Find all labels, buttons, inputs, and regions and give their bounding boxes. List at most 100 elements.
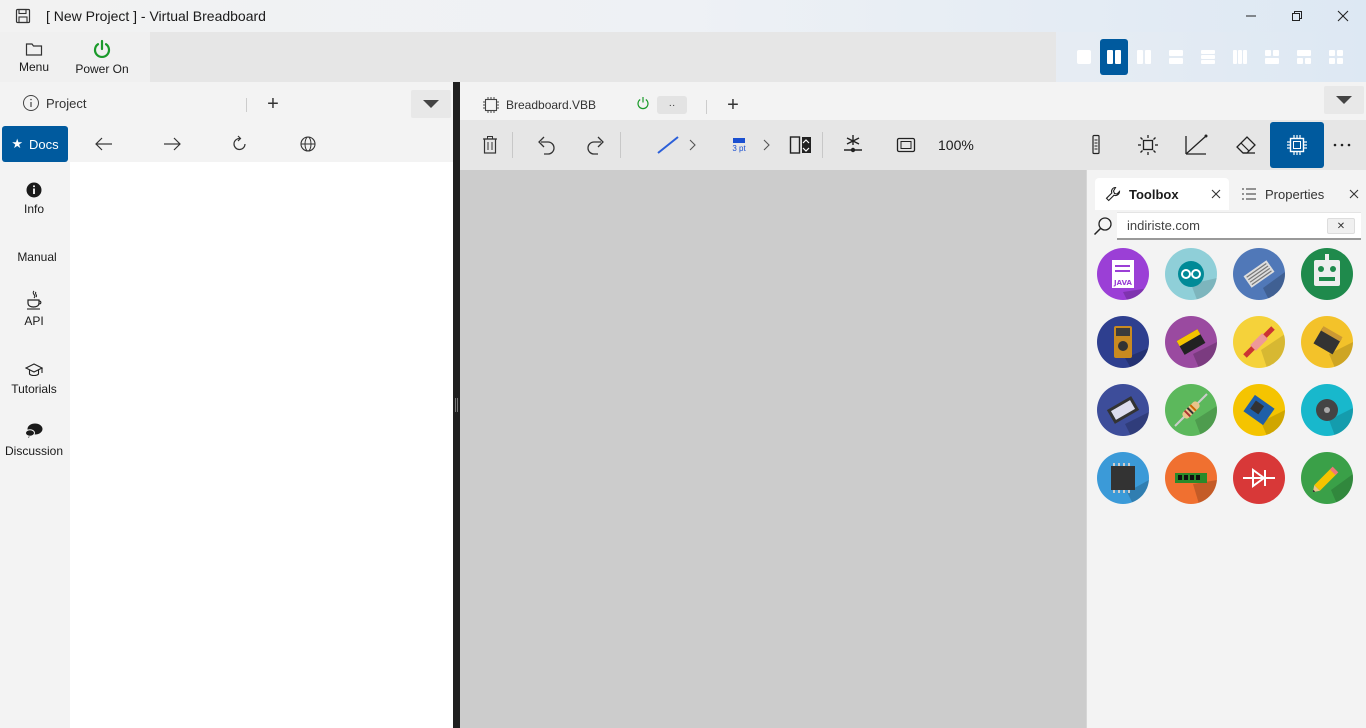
power-icon	[93, 39, 111, 58]
search-icon	[1093, 217, 1112, 236]
chevron-down-icon	[1336, 96, 1352, 104]
layout-split-vertical-2-button[interactable]	[1128, 39, 1160, 75]
arrow-left-icon	[95, 137, 112, 151]
tab-divider	[246, 98, 247, 112]
info-icon	[26, 182, 42, 198]
robot-icon[interactable]	[1301, 248, 1353, 300]
add-tab-button[interactable]: +	[263, 94, 283, 114]
right-dropdown-button[interactable]	[1324, 86, 1364, 114]
chevron-down-icon	[423, 100, 439, 108]
layout-three-cols-button[interactable]	[1224, 39, 1256, 75]
eraser-button[interactable]	[1232, 120, 1260, 170]
star-icon: ★	[11, 136, 24, 151]
left-tab-bar: Project +	[0, 82, 453, 126]
fit-to-screen-button[interactable]	[892, 120, 920, 170]
component-mode-button[interactable]	[1270, 122, 1324, 168]
file-tab-options-button[interactable]: ··	[657, 96, 687, 114]
breadboard-icon[interactable]	[1233, 248, 1285, 300]
layout-three-rows-button[interactable]	[1192, 39, 1224, 75]
toolbox-search-input[interactable]	[1117, 218, 1317, 233]
layout-split-vertical-button[interactable]	[1100, 39, 1128, 75]
transistor-icon[interactable]	[1301, 316, 1353, 368]
save-icon[interactable]	[0, 0, 46, 32]
refresh-button[interactable]	[229, 134, 251, 154]
sidebar-item-label: API	[24, 314, 44, 328]
battery-probe-icon	[1092, 134, 1100, 155]
diode-icon[interactable]	[1233, 452, 1285, 504]
window-title: [ New Project ] - Virtual Breadboard	[46, 8, 266, 24]
docs-content-area[interactable]	[70, 162, 453, 728]
tab-divider	[706, 100, 707, 114]
ribbon-spacer	[150, 32, 1056, 82]
stroke-width-button[interactable]: 3 pt	[724, 120, 754, 170]
restore-button[interactable]	[1274, 0, 1320, 32]
sidebar-item-label: Discussion	[4, 444, 64, 458]
sidebar-item-manual[interactable]: Manual	[0, 250, 68, 264]
power-status-icon	[637, 97, 649, 110]
layout-quad-button[interactable]	[1320, 39, 1352, 75]
redo-button[interactable]	[582, 120, 610, 170]
right-tab-bar: Breadboard.VBB ·· +	[460, 82, 1366, 120]
measure-button[interactable]	[1182, 120, 1210, 170]
microchip-icon[interactable]	[1097, 452, 1149, 504]
arduino-icon[interactable]	[1165, 248, 1217, 300]
globe-button[interactable]	[297, 134, 319, 154]
power-on-button[interactable]: Power On	[72, 32, 132, 82]
clear-search-button[interactable]: ✕	[1327, 218, 1355, 234]
left-dropdown-button[interactable]	[411, 90, 451, 118]
undo-icon	[538, 136, 555, 155]
stroke-sample-icon	[733, 137, 745, 143]
project-tab[interactable]: Project	[22, 94, 86, 112]
zoom-level[interactable]: 100%	[938, 120, 974, 170]
settings-component-button[interactable]	[1134, 120, 1162, 170]
wire-tool-button[interactable]	[650, 120, 686, 170]
sidebar-item-tutorials[interactable]: Tutorials	[0, 362, 68, 396]
breadboard-canvas[interactable]	[460, 170, 1086, 728]
shield-board-icon[interactable]	[1233, 384, 1285, 436]
docs-button[interactable]: ★ Docs	[2, 126, 68, 162]
java-file-icon[interactable]: JAVA	[1097, 248, 1149, 300]
close-window-button[interactable]	[1320, 0, 1366, 32]
splitter-grip[interactable]	[455, 398, 458, 412]
panel-splitter[interactable]	[453, 82, 460, 728]
back-button[interactable]	[93, 134, 115, 154]
sidebar-item-info[interactable]: Info	[0, 182, 68, 216]
undo-button[interactable]	[532, 120, 560, 170]
search-box: ✕	[1117, 212, 1361, 240]
add-right-tab-button[interactable]: +	[723, 95, 743, 115]
capacitor-icon[interactable]	[1233, 316, 1285, 368]
layout-single-button[interactable]	[1068, 39, 1100, 75]
resistor-icon[interactable]	[1165, 384, 1217, 436]
sidebar-item-api[interactable]: API	[0, 290, 68, 328]
close-icon[interactable]	[1211, 189, 1221, 199]
led-chip-icon[interactable]	[1165, 316, 1217, 368]
layout-split-horizontal-button[interactable]	[1160, 39, 1192, 75]
memory-module-icon[interactable]	[1165, 452, 1217, 504]
list-icon	[1242, 188, 1256, 200]
toolbox-tab-label: Toolbox	[1129, 186, 1179, 202]
toolbox-tab[interactable]: Toolbox	[1095, 178, 1229, 210]
multimeter-icon[interactable]	[1097, 316, 1149, 368]
properties-tab[interactable]: Properties	[1239, 178, 1363, 210]
lcd-display-icon[interactable]	[1097, 384, 1149, 436]
ground-button[interactable]	[838, 120, 868, 170]
layout-top-split-button[interactable]	[1256, 39, 1288, 75]
flip-button[interactable]	[786, 120, 816, 170]
close-icon[interactable]	[1349, 189, 1359, 199]
power-label: Power On	[75, 61, 129, 76]
delete-button[interactable]	[476, 120, 504, 170]
stroke-options-chevron[interactable]	[760, 120, 774, 170]
breadboard-file-tab[interactable]: Breadboard.VBB	[482, 96, 596, 114]
minimize-button[interactable]	[1228, 0, 1274, 32]
wire-options-chevron[interactable]	[686, 120, 700, 170]
probe-button[interactable]	[1084, 120, 1108, 170]
layout-bottom-split-button[interactable]	[1288, 39, 1320, 75]
buzzer-icon[interactable]	[1301, 384, 1353, 436]
forward-button[interactable]	[161, 134, 183, 154]
pencil-icon[interactable]	[1301, 452, 1353, 504]
chat-bubbles-icon	[25, 423, 43, 438]
menu-button[interactable]: Menu	[10, 32, 58, 82]
editor-toolbar: 3 pt 100%	[460, 120, 1366, 170]
sidebar-item-discussion[interactable]: Discussion	[0, 422, 68, 458]
more-options-button[interactable]	[1328, 120, 1356, 170]
